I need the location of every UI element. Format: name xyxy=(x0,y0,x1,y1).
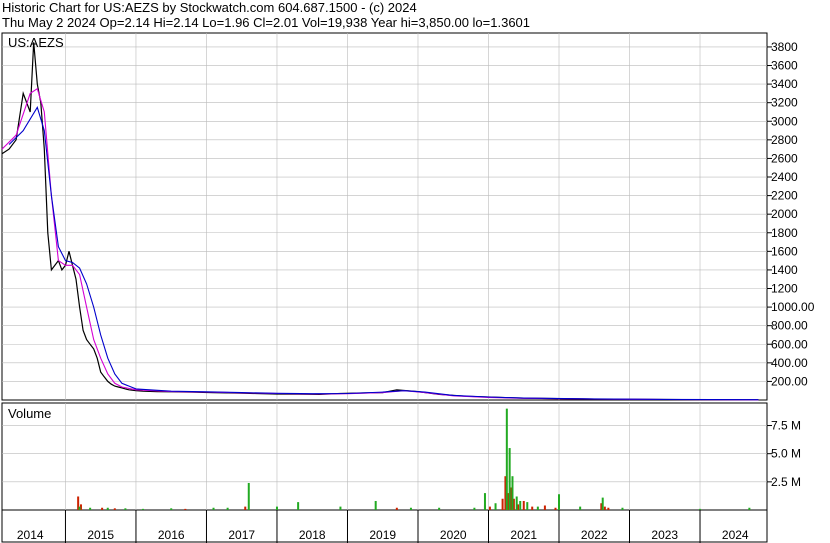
volume-bar-vol_up xyxy=(247,482,250,510)
volume-bar-vol_up xyxy=(536,506,539,510)
year-label: 2018 xyxy=(299,528,326,542)
price-tick-label: 2600 xyxy=(771,151,798,165)
year-label: 2016 xyxy=(158,528,185,542)
volume-tick-label: 7.5 M xyxy=(771,419,801,433)
volume-bar-vol_up xyxy=(508,448,511,510)
price-tick-label: 1000.00 xyxy=(771,300,815,314)
volume-bar-vol_up xyxy=(579,506,582,510)
volume-bar-vol_down xyxy=(488,506,491,510)
price-tick-label: 2400 xyxy=(771,170,798,184)
volume-bar-vol_up xyxy=(106,507,109,510)
price-panel-frame xyxy=(1,32,768,401)
price-tick-label: 600.00 xyxy=(771,337,808,351)
volume-bar-vol_down xyxy=(607,507,610,510)
volume-bar-vol_up xyxy=(526,502,529,510)
year-label: 2021 xyxy=(510,528,537,542)
volume-bar-vol_up xyxy=(212,507,215,510)
price-tick-label: 2000 xyxy=(771,207,798,221)
price-panel-title: US:AEZS xyxy=(8,35,64,50)
volume-bar-vol_up xyxy=(78,506,81,510)
price-tick-label: 1400 xyxy=(771,263,798,277)
volume-bar-vol_up xyxy=(297,502,300,510)
volume-bar-vol_down xyxy=(184,508,187,510)
volume-bar-vol_down xyxy=(603,506,606,510)
volume-bar-vol_down xyxy=(554,507,557,510)
price-tick-label: 3800 xyxy=(771,40,798,54)
volume-bar-vol_up xyxy=(515,496,518,510)
volume-tick-label: 5.0 M xyxy=(771,447,801,461)
volume-bar-vol_down xyxy=(395,507,398,510)
volume-bar-vol_up xyxy=(374,500,377,510)
volume-bar-vol_up xyxy=(473,507,476,510)
price-tick-label: 200.00 xyxy=(771,374,808,388)
volume-bar-vol_up xyxy=(505,408,508,510)
volume-bar-vol_down xyxy=(244,506,247,510)
volume-bar-vol_down xyxy=(113,508,116,510)
volume-bar-vol_up xyxy=(170,508,173,510)
price-tick-label: 3000 xyxy=(771,114,798,128)
volume-bar-vol_down xyxy=(531,506,534,510)
price-volume-chart: 3800 3600 3400 3200 3000 2800 2600 2400 2200 2000… xyxy=(1,32,815,543)
volume-bar-vol_down xyxy=(501,498,504,510)
price-tick-label: 3200 xyxy=(771,96,798,110)
volume-bar-vol_up xyxy=(519,500,522,510)
volume-panel-title: Volume xyxy=(8,406,51,421)
volume-bar-vol_up xyxy=(748,507,751,510)
volume-bar-vol_up xyxy=(601,497,604,510)
volume-bar-vol_up xyxy=(494,503,497,510)
volume-panel-frame xyxy=(1,402,768,511)
volume-bar-vol_up xyxy=(339,506,342,510)
year-label: 2017 xyxy=(228,528,255,542)
price-tick-label: 1600 xyxy=(771,244,798,258)
volume-bar-vol_up xyxy=(483,493,486,510)
price-tick-label: 3600 xyxy=(771,59,798,73)
volume-bar-vol_up xyxy=(699,508,702,510)
year-label: 2024 xyxy=(722,528,749,542)
volume-bar-vol_up xyxy=(124,508,127,510)
year-label: 2020 xyxy=(440,528,467,542)
volume-bar-vol_up xyxy=(275,506,278,510)
price-tick-label: 400.00 xyxy=(771,356,808,370)
price-tick-label: 2200 xyxy=(771,189,798,203)
volume-bar-vol_up xyxy=(142,508,145,510)
volume-bar-vol_up xyxy=(409,507,412,510)
volume-tick-label: 2.5 M xyxy=(771,475,801,489)
year-label: 2023 xyxy=(651,528,678,542)
volume-bar-vol_up xyxy=(89,507,92,510)
volume-bar-vol_down xyxy=(101,507,104,510)
volume-bar-vol_up xyxy=(621,507,624,510)
volume-bar-vol_up xyxy=(558,494,561,510)
volume-bar-vol_up xyxy=(226,507,229,510)
year-label: 2015 xyxy=(87,528,114,542)
volume-bar-vol_up xyxy=(438,507,441,510)
year-label: 2022 xyxy=(581,528,608,542)
volume-bar-vol_down xyxy=(543,505,546,510)
volume-bar-vol_down xyxy=(522,500,525,510)
year-label: 2014 xyxy=(17,528,44,542)
year-label: 2019 xyxy=(369,528,396,542)
price-tick-label: 1200 xyxy=(771,282,798,296)
price-tick-label: 3400 xyxy=(771,77,798,91)
volume-bar-vol_up xyxy=(511,476,514,510)
price-tick-label: 1800 xyxy=(771,226,798,240)
price-tick-label: 800.00 xyxy=(771,319,808,333)
price-tick-label: 2800 xyxy=(771,133,798,147)
